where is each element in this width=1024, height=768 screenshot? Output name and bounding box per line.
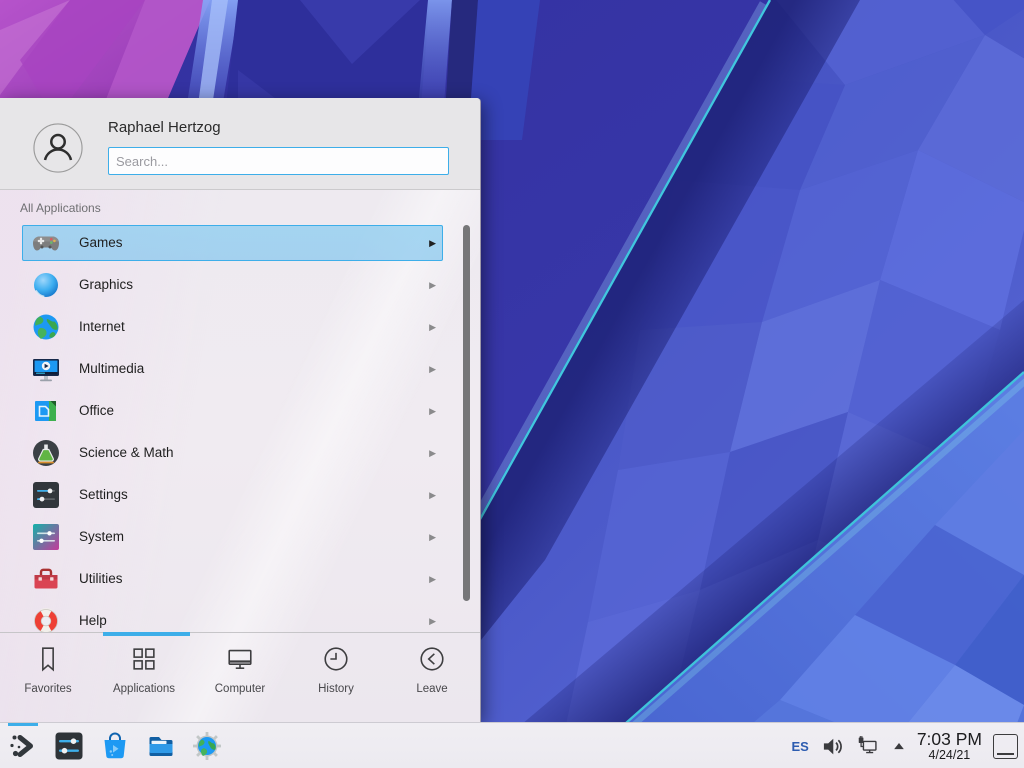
konqueror-icon: [191, 730, 223, 762]
submenu-arrow-icon: ▶: [429, 222, 436, 264]
category-label: Graphics: [79, 264, 133, 306]
tab-label: Computer: [192, 683, 288, 695]
category-label: Help: [79, 600, 107, 632]
taskbar-dolphin-button[interactable]: [145, 730, 177, 762]
submenu-arrow-icon: ▶: [429, 306, 436, 348]
launcher-header: Raphael Hertzog: [0, 98, 480, 190]
multimedia-icon: [30, 353, 62, 385]
dolphin-icon: [145, 730, 177, 762]
submenu-arrow-icon: ▶: [429, 432, 436, 474]
category-list: Games▶Graphics▶Internet▶Multimedia▶Offic…: [0, 218, 480, 632]
tab-history[interactable]: History: [288, 633, 384, 722]
tab-leave[interactable]: Leave: [384, 633, 480, 722]
category-label: Multimedia: [79, 348, 144, 390]
submenu-arrow-icon: ▶: [429, 558, 436, 600]
tray-icons: [820, 734, 906, 759]
submenu-arrow-icon: ▶: [429, 348, 436, 390]
tab-label: History: [288, 683, 384, 695]
internet-icon: [30, 311, 62, 343]
graphics-icon: [30, 269, 62, 301]
desktop: Raphael Hertzog All Applications Games▶G…: [0, 0, 1024, 768]
settings-icon: [30, 479, 62, 511]
kickoff-icon: [7, 730, 39, 762]
submenu-arrow-icon: ▶: [429, 390, 436, 432]
taskbar-system-settings-button[interactable]: [53, 730, 85, 762]
tab-label: Leave: [384, 683, 480, 695]
digital-clock[interactable]: 7:03 PM 4/24/21: [917, 730, 982, 762]
category-item-graphics[interactable]: Graphics ▶: [0, 264, 480, 306]
leave-tab-icon: [417, 661, 447, 678]
show-desktop-button[interactable]: [993, 734, 1018, 759]
category-label: System: [79, 516, 124, 558]
category-item-internet[interactable]: Internet ▶: [0, 306, 480, 348]
utilities-icon: [30, 563, 62, 595]
category-item-games[interactable]: Games ▶: [0, 222, 480, 264]
volume-icon[interactable]: [820, 734, 845, 759]
system-tray: ES 7:03 PM 4/24/21: [791, 723, 1018, 768]
active-tab-indicator: [103, 632, 190, 636]
clock-time: 7:03 PM: [917, 730, 982, 748]
launcher-tab-bar: FavoritesApplicationsComputerHistoryLeav…: [0, 632, 480, 722]
category-label: Utilities: [79, 558, 123, 600]
submenu-arrow-icon: ▶: [429, 474, 436, 516]
submenu-arrow-icon: ▶: [429, 600, 436, 632]
category-item-utilities[interactable]: Utilities ▶: [0, 558, 480, 600]
submenu-arrow-icon: ▶: [429, 516, 436, 558]
category-label: Internet: [79, 306, 125, 348]
tab-applications[interactable]: Applications: [96, 633, 192, 722]
applications-tab-icon: [129, 661, 159, 678]
clock-date: 4/24/21: [917, 749, 982, 762]
history-tab-icon: [321, 661, 351, 678]
computer-tab-icon: [225, 661, 255, 678]
tab-label: Favorites: [0, 683, 96, 695]
office-icon: [30, 395, 62, 427]
favorites-tab-icon: [33, 661, 63, 678]
category-label: Settings: [79, 474, 128, 516]
category-label: Games: [79, 222, 123, 264]
tab-computer[interactable]: Computer: [192, 633, 288, 722]
keyboard-layout-indicator[interactable]: ES: [791, 739, 808, 754]
taskbar-konqueror-button[interactable]: [191, 730, 223, 762]
category-label: Science & Math: [79, 432, 174, 474]
category-item-science-math[interactable]: Science & Math ▶: [0, 432, 480, 474]
search-input[interactable]: [108, 147, 449, 175]
submenu-arrow-icon: ▶: [429, 264, 436, 306]
games-icon: [30, 227, 62, 259]
system-icon: [30, 521, 62, 553]
help-icon: [30, 605, 62, 632]
panel-expand-arrow-icon[interactable]: [892, 739, 906, 753]
category-item-office[interactable]: Office ▶: [0, 390, 480, 432]
category-item-system[interactable]: System ▶: [0, 516, 480, 558]
application-launcher-popup: Raphael Hertzog All Applications Games▶G…: [0, 98, 481, 722]
section-label: All Applications: [20, 201, 101, 215]
discover-icon: [99, 730, 131, 762]
scrollbar[interactable]: [463, 225, 470, 601]
category-item-help[interactable]: Help ▶: [0, 600, 480, 632]
taskbar-application-launcher-button[interactable]: [7, 730, 39, 762]
tab-favorites[interactable]: Favorites: [0, 633, 96, 722]
category-label: Office: [79, 390, 114, 432]
category-item-settings[interactable]: Settings ▶: [0, 474, 480, 516]
taskbar-discover-button[interactable]: [99, 730, 131, 762]
network-icon[interactable]: [856, 734, 881, 759]
taskbar-panel: ES 7:03 PM 4/24/21: [0, 722, 1024, 768]
category-item-multimedia[interactable]: Multimedia ▶: [0, 348, 480, 390]
systemsettings-icon: [53, 730, 85, 762]
task-manager: [7, 723, 237, 768]
science-icon: [30, 437, 62, 469]
user-avatar[interactable]: [33, 123, 83, 173]
tab-label: Applications: [96, 683, 192, 695]
user-name: Raphael Hertzog: [108, 119, 221, 136]
